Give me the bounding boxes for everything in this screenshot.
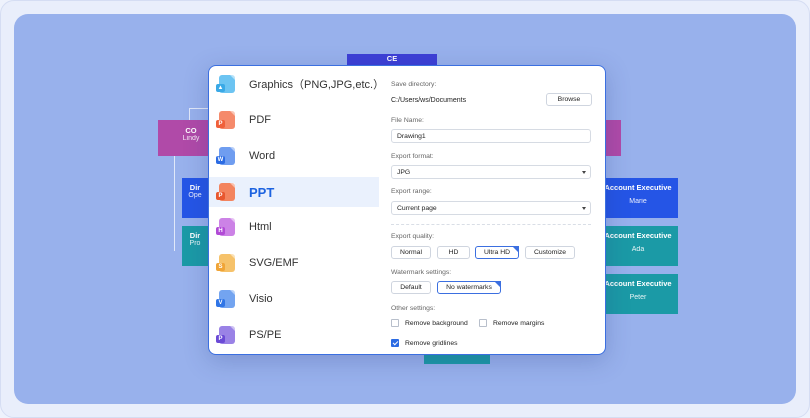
format-pdf-label: PDF xyxy=(249,114,271,126)
export-quality-label: Export quality: xyxy=(391,233,435,240)
save-directory-value: C:/Users/ws/Documents xyxy=(391,97,467,104)
export-dialog: ▲ Graphics（PNG,JPG,etc.） P PDF W Word P … xyxy=(208,65,606,355)
checkbox-checked-icon xyxy=(391,339,399,347)
export-range-label: Export range: xyxy=(391,188,432,195)
remove-margins-label: Remove margins xyxy=(493,319,545,327)
org-connector-left xyxy=(174,156,175,251)
ppt-file-icon: P xyxy=(216,183,235,201)
format-word[interactable]: W Word xyxy=(209,142,379,170)
format-visio[interactable]: V Visio xyxy=(209,285,379,313)
remove-background-label: Remove background xyxy=(405,319,468,327)
watermark-default-button[interactable]: Default xyxy=(391,281,431,294)
format-word-label: Word xyxy=(249,150,276,162)
export-settings-panel: Save directory: C:/Users/ws/Documents Br… xyxy=(391,66,595,354)
org-node-acct3[interactable]: Account Executive Peter xyxy=(598,274,678,314)
org-node-acct1[interactable]: Account Executive Marie xyxy=(598,178,678,218)
file-name-input[interactable]: Drawing1 xyxy=(391,129,591,143)
export-format-label: Export format: xyxy=(391,153,434,160)
org-node-top-title: CE xyxy=(386,54,398,63)
org-node-acct3-title: Account Executive xyxy=(604,279,672,288)
org-node-acct2-title: Account Executive xyxy=(604,231,672,240)
format-graphics[interactable]: ▲ Graphics（PNG,JPG,etc.） xyxy=(209,70,385,98)
file-name-label: File Name: xyxy=(391,117,424,124)
checkbox-icon xyxy=(479,319,487,327)
export-format-value: JPG xyxy=(397,168,411,176)
image-file-icon: ▲ xyxy=(216,75,235,93)
format-graphics-label: Graphics（PNG,JPG,etc.） xyxy=(249,79,385,91)
export-format-select[interactable]: JPG xyxy=(391,165,591,179)
quality-ultra-hd-button[interactable]: Ultra HD xyxy=(475,246,519,259)
watermark-none-button[interactable]: No watermarks xyxy=(437,281,501,294)
chevron-down-icon xyxy=(582,171,586,174)
format-svg-label: SVG/EMF xyxy=(249,257,299,269)
org-node-dir2-sub: Pro xyxy=(189,240,201,247)
word-file-icon: W xyxy=(216,147,235,165)
watermark-label: Watermark settings: xyxy=(391,269,452,276)
format-pdf[interactable]: P PDF xyxy=(209,106,379,134)
quality-customize-button[interactable]: Customize xyxy=(525,246,575,259)
quality-hd-button[interactable]: HD xyxy=(437,246,470,259)
checkbox-icon xyxy=(391,319,399,327)
org-node-dir1[interactable]: Dir Ope xyxy=(182,178,208,218)
html-file-icon: H xyxy=(216,218,235,236)
format-ps-label: PS/PE xyxy=(249,329,282,341)
save-directory-label: Save directory: xyxy=(391,81,437,88)
svg-file-icon: S xyxy=(216,254,235,272)
format-html-label: Html xyxy=(249,221,272,233)
org-node-dir2-title: Dir xyxy=(189,231,201,240)
format-svg[interactable]: S SVG/EMF xyxy=(209,249,379,277)
other-settings-label: Other settings: xyxy=(391,305,436,312)
visio-file-icon: V xyxy=(216,290,235,308)
remove-gridlines-label: Remove gridlines xyxy=(405,339,458,347)
org-node-dir2[interactable]: Dir Pro xyxy=(182,226,208,266)
pdf-file-icon: P xyxy=(216,111,235,129)
remove-gridlines-checkbox[interactable]: Remove gridlines xyxy=(391,339,458,347)
export-range-select[interactable]: Current page xyxy=(391,201,591,215)
org-node-acct1-title: Account Executive xyxy=(604,183,672,192)
format-visio-label: Visio xyxy=(249,293,273,305)
ps-file-icon: P xyxy=(216,326,235,344)
org-node-acct3-name: Peter xyxy=(629,294,647,301)
format-ppt-label: PPT xyxy=(249,184,275,200)
org-node-acct1-name: Marie xyxy=(629,198,647,205)
chevron-down-icon xyxy=(582,207,586,210)
format-ps[interactable]: P PS/PE xyxy=(209,321,379,349)
org-node-dir1-sub: Ope xyxy=(188,192,202,199)
format-ppt[interactable]: P PPT xyxy=(209,177,379,207)
divider xyxy=(391,224,591,225)
org-node-acct2-name: Ada xyxy=(631,246,645,253)
format-list: ▲ Graphics（PNG,JPG,etc.） P PDF W Word P … xyxy=(209,66,385,354)
remove-margins-checkbox[interactable]: Remove margins xyxy=(479,319,544,327)
org-node-acct2[interactable]: Account Executive Ada xyxy=(598,226,678,266)
format-html[interactable]: H Html xyxy=(209,213,379,241)
browse-button[interactable]: Browse xyxy=(546,93,592,106)
remove-background-checkbox[interactable]: Remove background xyxy=(391,319,468,327)
export-range-value: Current page xyxy=(397,204,437,212)
org-node-dir1-title: Dir xyxy=(189,183,201,192)
quality-normal-button[interactable]: Normal xyxy=(391,246,431,259)
